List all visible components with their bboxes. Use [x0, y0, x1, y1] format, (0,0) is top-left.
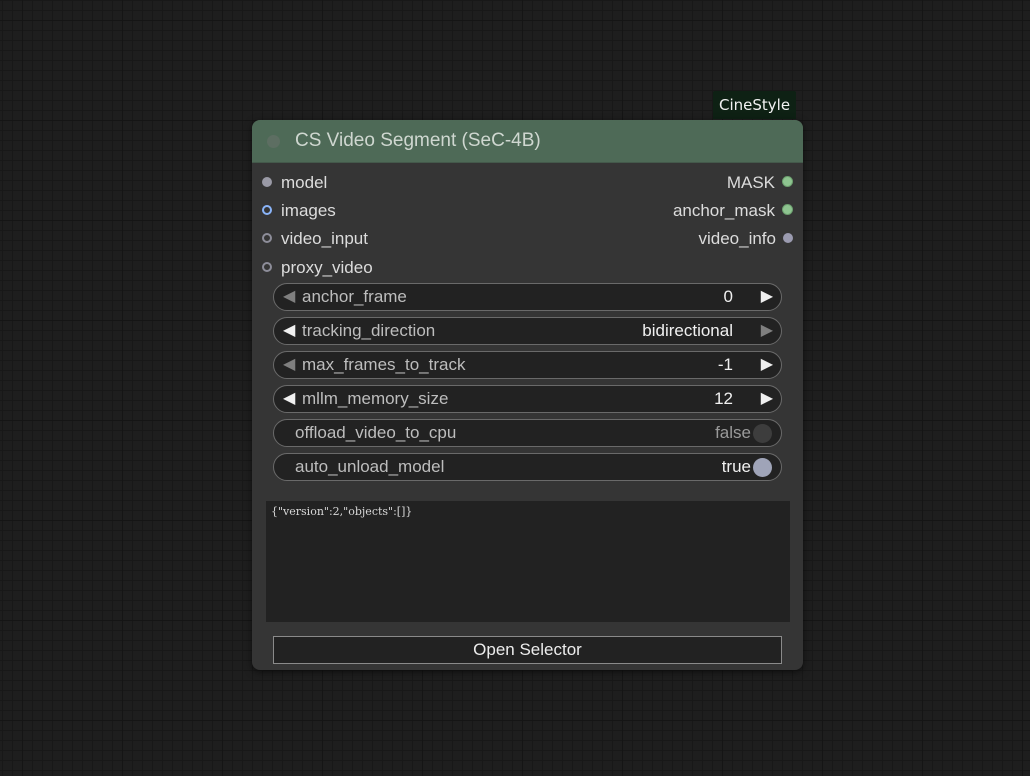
- increment-arrow-icon[interactable]: ▶: [761, 352, 773, 378]
- cinestyle-badge: CineStyle: [713, 91, 797, 119]
- input-slot-images[interactable]: images: [262, 198, 336, 224]
- decrement-arrow-icon[interactable]: ◀: [283, 386, 295, 412]
- output-label-mask: MASK: [726, 173, 775, 192]
- input-slot-proxy-video[interactable]: proxy_video: [262, 255, 373, 281]
- mllm-memory-size-widget[interactable]: ◀ mllm_memory_size 12 ▶: [273, 385, 782, 413]
- video-segment-node[interactable]: CS Video Segment (SeC-4B) model images v…: [252, 120, 803, 670]
- auto-unload-toggle[interactable]: auto_unload_model true: [273, 453, 782, 481]
- input-slot-video-input[interactable]: video_input: [262, 226, 368, 252]
- input-connector-icon[interactable]: [262, 204, 272, 215]
- decrement-arrow-icon[interactable]: ◀: [283, 284, 295, 310]
- widget-label: auto_unload_model: [295, 457, 445, 476]
- output-connector-icon[interactable]: [783, 232, 793, 243]
- toggle-knob-icon[interactable]: [753, 424, 772, 443]
- widget-value: false: [715, 423, 751, 442]
- widget-value: 12: [714, 389, 733, 408]
- decrement-arrow-icon[interactable]: ◀: [283, 352, 295, 378]
- output-slot-mask[interactable]: MASK: [727, 170, 793, 196]
- output-connector-icon[interactable]: [782, 176, 793, 188]
- decrement-arrow-icon[interactable]: ◀: [283, 318, 295, 344]
- widget-label: max_frames_to_track: [302, 355, 466, 374]
- open-selector-button[interactable]: Open Selector: [273, 636, 782, 664]
- widget-value: bidirectional: [642, 321, 733, 340]
- input-slot-model[interactable]: model: [262, 170, 327, 196]
- objects-json-textarea[interactable]: {"version":2,"objects":[]}: [266, 501, 790, 622]
- widget-label: offload_video_to_cpu: [295, 423, 457, 442]
- toggle-knob-icon[interactable]: [753, 458, 772, 477]
- node-title: CS Video Segment (SeC-4B): [295, 130, 541, 151]
- input-connector-icon[interactable]: [262, 232, 272, 243]
- output-slot-anchor-mask[interactable]: anchor_mask: [673, 198, 793, 224]
- node-title-bar[interactable]: CS Video Segment (SeC-4B): [252, 120, 803, 163]
- widget-value: true: [721, 457, 751, 476]
- max-frames-widget[interactable]: ◀ max_frames_to_track -1 ▶: [273, 351, 782, 379]
- widget-label: mllm_memory_size: [302, 389, 449, 408]
- widget-label: anchor_frame: [302, 287, 407, 306]
- output-label-video-info: video_info: [698, 229, 776, 248]
- output-label-anchor-mask: anchor_mask: [672, 201, 775, 220]
- input-label-images: images: [281, 201, 336, 220]
- tracking-direction-widget[interactable]: ◀ tracking_direction bidirectional ▶: [273, 317, 782, 345]
- collapse-dot-icon[interactable]: [267, 135, 280, 148]
- input-label-model: model: [281, 173, 328, 192]
- output-slot-video-info[interactable]: video_info: [698, 226, 793, 252]
- increment-arrow-icon[interactable]: ▶: [761, 284, 773, 310]
- output-connector-icon[interactable]: [782, 204, 793, 216]
- input-connector-icon[interactable]: [262, 261, 272, 272]
- offload-video-toggle[interactable]: offload_video_to_cpu false: [273, 419, 782, 447]
- increment-arrow-icon[interactable]: ▶: [761, 318, 773, 344]
- widget-value: 0: [723, 287, 733, 306]
- widget-value: -1: [717, 355, 733, 374]
- anchor-frame-widget[interactable]: ◀ anchor_frame 0 ▶: [273, 283, 782, 311]
- input-connector-icon[interactable]: [262, 176, 272, 187]
- increment-arrow-icon[interactable]: ▶: [761, 386, 773, 412]
- input-label-proxy-video: proxy_video: [281, 258, 373, 277]
- input-label-video-input: video_input: [281, 229, 368, 248]
- widget-label: tracking_direction: [302, 321, 436, 340]
